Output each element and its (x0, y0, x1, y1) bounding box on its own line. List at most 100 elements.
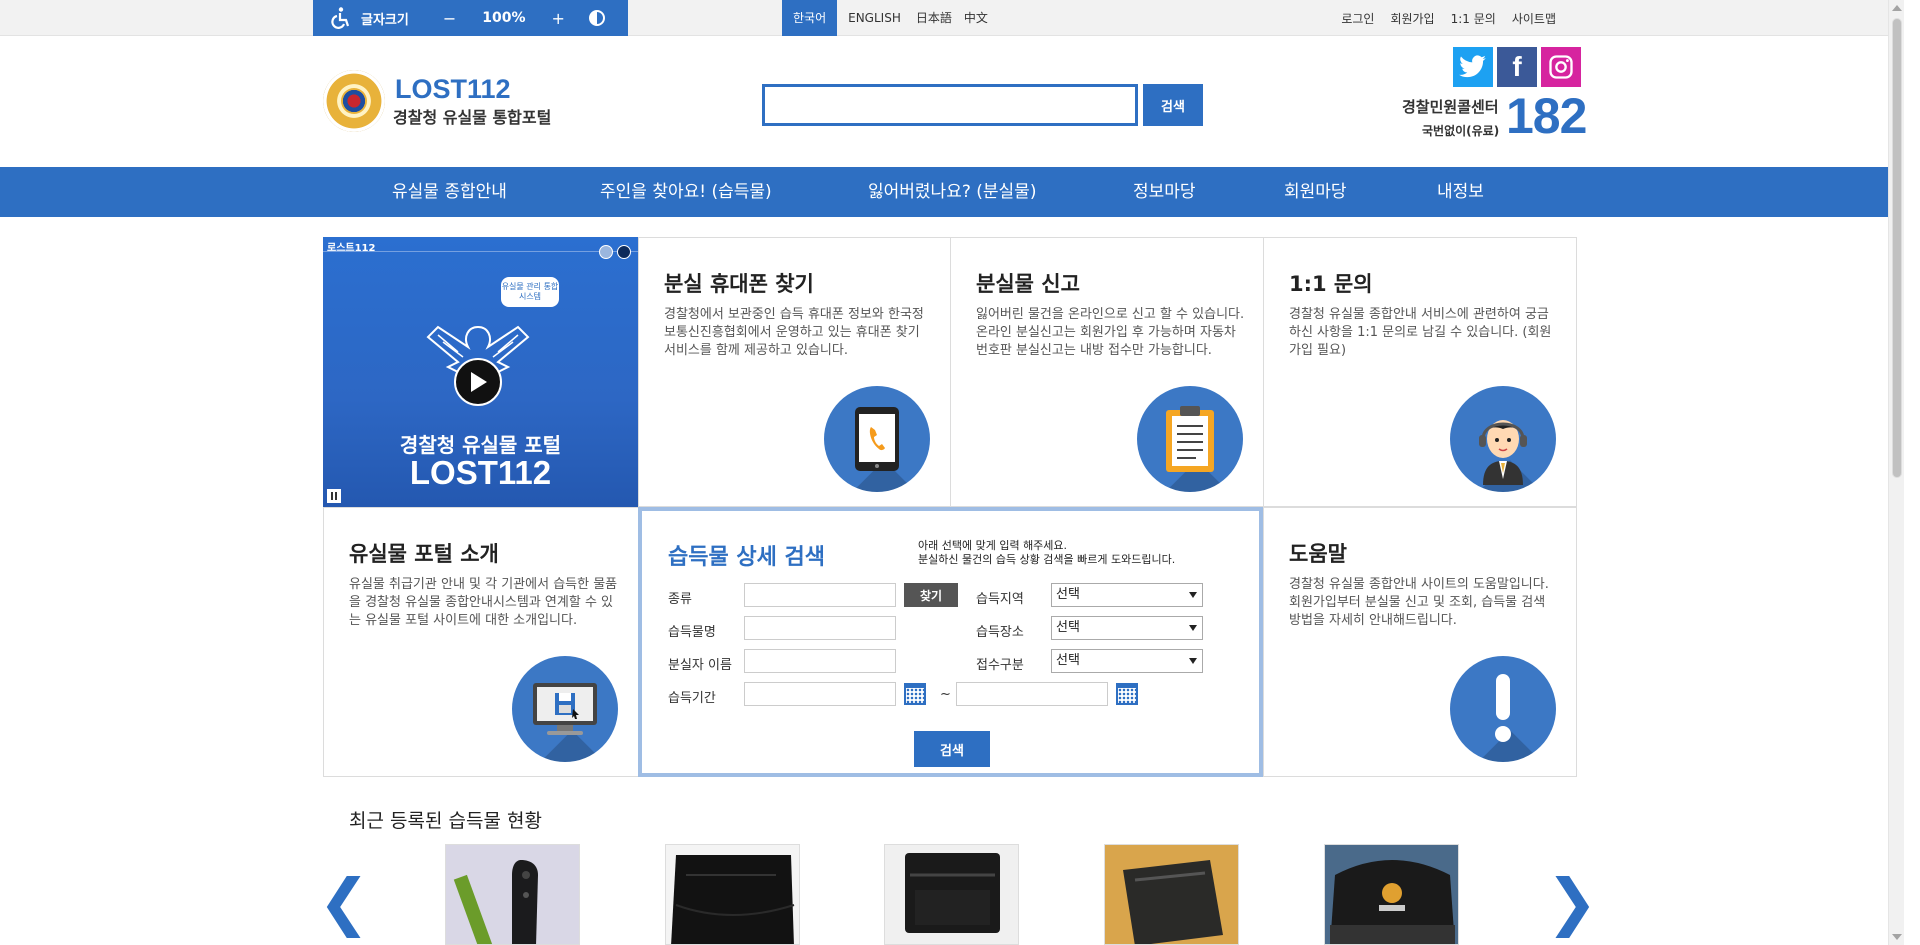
call-center-number: 182 (1506, 88, 1587, 144)
sitemap-link[interactable]: 사이트맵 (1512, 10, 1556, 27)
nav-my-info[interactable]: 내정보 (1437, 167, 1484, 217)
lang-japanese[interactable]: 日本語 (912, 0, 956, 36)
twitter-icon[interactable] (1453, 47, 1493, 87)
label-period: 습득기간 (668, 691, 716, 706)
period-tilde: ~ (940, 687, 951, 702)
detail-search-note: 아래 선택에 맞게 입력 해주세요. 분실하신 물건의 습득 상황 검색을 빠르… (918, 539, 1176, 566)
card-portal-intro[interactable]: 유실물 포털 소개 유실물 취급기관 안내 및 각 기관에서 습득한 물품을 경… (323, 507, 639, 777)
region-select[interactable]: 선택 (1051, 583, 1203, 607)
nav-lost-item-guide[interactable]: 유실물 종합안내 (392, 167, 507, 217)
find-type-button[interactable]: 찾기 (904, 583, 958, 607)
card-help-title: 도움말 (1289, 542, 1347, 566)
vertical-scrollbar[interactable] (1888, 0, 1904, 945)
search-button[interactable]: 검색 (1143, 84, 1203, 126)
card-lost-report-title: 분실물 신고 (976, 272, 1080, 296)
lang-english[interactable]: ENGLISH (837, 0, 912, 36)
scroll-up-icon[interactable] (1892, 5, 1902, 11)
logo-title[interactable]: LOST112 (395, 74, 511, 105)
play-button[interactable] (454, 358, 502, 406)
recent-item-thumbnail-2[interactable] (665, 844, 800, 945)
contrast-toggle-icon[interactable] (588, 10, 605, 26)
accessibility-bar: 글자크기 − 100% + (313, 0, 628, 36)
card-portal-intro-text: 유실물 취급기관 안내 및 각 기관에서 습득한 물품을 경찰청 유실물 종합안… (349, 577, 618, 628)
item-name-input[interactable] (744, 616, 896, 640)
video-progress-line (323, 251, 638, 252)
operator-headset-icon (1450, 386, 1556, 492)
found-item-detail-search: 습득물 상세 검색 아래 선택에 맞게 입력 해주세요. 분실하신 물건의 습득… (638, 507, 1263, 777)
recent-item-thumbnail-1[interactable] (445, 844, 580, 945)
call-center-note: 국번없이(유료) (1422, 124, 1500, 138)
speech-bubble: 유실물 관리 통합 시스템 (501, 277, 559, 307)
card-lost-report[interactable]: 분실물 신고 잃어버린 물건을 온라인으로 신고 할 수 있습니다. 온라인 분… (950, 237, 1264, 507)
card-lost-report-text: 잃어버린 물건을 온라인으로 신고 할 수 있습니다. 온라인 분실신고는 회원… (976, 307, 1245, 358)
login-link[interactable]: 로그인 (1341, 10, 1374, 27)
video-title-line2: LOST112 (409, 454, 552, 491)
card-inquiry[interactable]: 1:1 문의 경찰청 유실물 종합안내 서비스에 관련하여 궁금하신 사항을 1… (1263, 237, 1577, 507)
category-select[interactable]: 선택 (1051, 649, 1203, 673)
top-utility-bar: 글자크기 − 100% + 한국어 ENGLISH 日本語 中文 로그인 회원가… (0, 0, 1904, 36)
label-region: 습득지역 (976, 592, 1024, 607)
nav-members[interactable]: 회원마당 (1284, 167, 1347, 217)
owner-name-input[interactable] (744, 649, 896, 673)
clipboard-icon (1137, 386, 1243, 492)
call-center-label: 경찰민원콜센터 (1402, 98, 1499, 116)
inquiry-link[interactable]: 1:1 문의 (1451, 10, 1496, 27)
scrollbar-thumb[interactable] (1892, 18, 1902, 478)
chevron-down-icon (1189, 592, 1197, 598)
card-help[interactable]: 도움말 경찰청 유실물 종합안내 사이트의 도움말입니다. 회원가입부터 분실물… (1263, 507, 1577, 777)
facebook-icon[interactable]: f (1497, 47, 1537, 87)
card-find-phone-text: 경찰청에서 보관중인 습득 휴대폰 정보와 한국정보통신진흥협회에서 운영하고 … (664, 307, 924, 358)
chevron-down-icon (1189, 625, 1197, 631)
label-type: 종류 (668, 592, 692, 607)
label-place: 습득장소 (976, 625, 1024, 640)
card-find-phone[interactable]: 분실 휴대폰 찾기 경찰청에서 보관중인 습득 휴대폰 정보와 한국정보통신진흥… (638, 237, 951, 507)
slide-dot-2[interactable] (617, 245, 631, 259)
carousel-next-button[interactable]: ❯ (1546, 871, 1598, 933)
utility-links: 로그인 회원가입 1:1 문의 사이트맵 (1325, 0, 1556, 36)
lang-korean[interactable]: 한국어 (782, 0, 838, 36)
zoom-level: 100% (482, 10, 526, 26)
promo-video[interactable]: 로스트112 유실물 관리 통합 시스템 경찰청 유실물 포털 LOST112 (323, 237, 638, 507)
card-find-phone-title: 분실 휴대폰 찾기 (664, 272, 814, 296)
scroll-down-icon[interactable] (1892, 934, 1902, 940)
calendar-start-icon[interactable] (904, 683, 926, 705)
nav-found-items[interactable]: 주인을 찾아요! (습득물) (600, 167, 772, 217)
carousel-prev-button[interactable]: ❮ (318, 871, 370, 933)
zoom-in-button[interactable]: + (552, 9, 565, 28)
zoom-out-button[interactable]: − (443, 9, 456, 28)
signup-link[interactable]: 회원가입 (1390, 10, 1434, 27)
card-inquiry-text: 경찰청 유실물 종합안내 서비스에 관련하여 궁금하신 사항을 1:1 문의로 … (1289, 307, 1552, 358)
type-input[interactable] (744, 583, 896, 607)
detail-search-title: 습득물 상세 검색 (668, 545, 825, 570)
tablet-phone-icon (824, 386, 930, 492)
calendar-end-icon[interactable] (1116, 683, 1138, 705)
nav-lost-items[interactable]: 잃어버렸나요? (분실물) (868, 167, 1036, 217)
page: 글자크기 − 100% + 한국어 ENGLISH 日本語 中文 로그인 회원가… (0, 0, 1904, 945)
recent-item-thumbnail-5[interactable] (1324, 844, 1459, 945)
slide-dot-1[interactable] (599, 245, 613, 259)
period-end-input[interactable] (956, 682, 1108, 706)
search-input[interactable] (762, 84, 1138, 126)
card-portal-intro-title: 유실물 포털 소개 (349, 542, 499, 566)
logo-subtitle[interactable]: 경찰청 유실물 통합포털 (393, 104, 551, 128)
chevron-down-icon (1189, 658, 1197, 664)
card-help-text: 경찰청 유실물 종합안내 사이트의 도움말입니다. 회원가입부터 분실물 신고 … (1289, 577, 1549, 628)
recent-item-thumbnail-3[interactable] (884, 844, 1019, 945)
police-emblem-logo[interactable] (323, 70, 385, 132)
detail-search-button[interactable]: 검색 (914, 731, 990, 767)
period-start-input[interactable] (744, 682, 896, 706)
nav-info[interactable]: 정보마당 (1133, 167, 1196, 217)
label-owner-name: 분실자 이름 (668, 658, 732, 673)
main-navigation: 유실물 종합안내 주인을 찾아요! (습득물) 잃어버렸나요? (분실물) 정보… (0, 167, 1904, 217)
label-item-name: 습득물명 (668, 625, 716, 640)
lang-chinese[interactable]: 中文 (956, 0, 996, 36)
label-category: 접수구분 (976, 658, 1024, 673)
instagram-icon[interactable] (1541, 47, 1581, 87)
card-inquiry-title: 1:1 문의 (1289, 272, 1373, 296)
recent-item-thumbnail-4[interactable] (1104, 844, 1239, 945)
recent-items-title: 최근 등록된 습득물 현황 (349, 810, 542, 832)
wheelchair-icon (327, 5, 353, 31)
pause-icon[interactable] (327, 489, 341, 503)
place-select[interactable]: 선택 (1051, 616, 1203, 640)
language-selector: 한국어 ENGLISH 日本語 中文 (782, 0, 996, 36)
